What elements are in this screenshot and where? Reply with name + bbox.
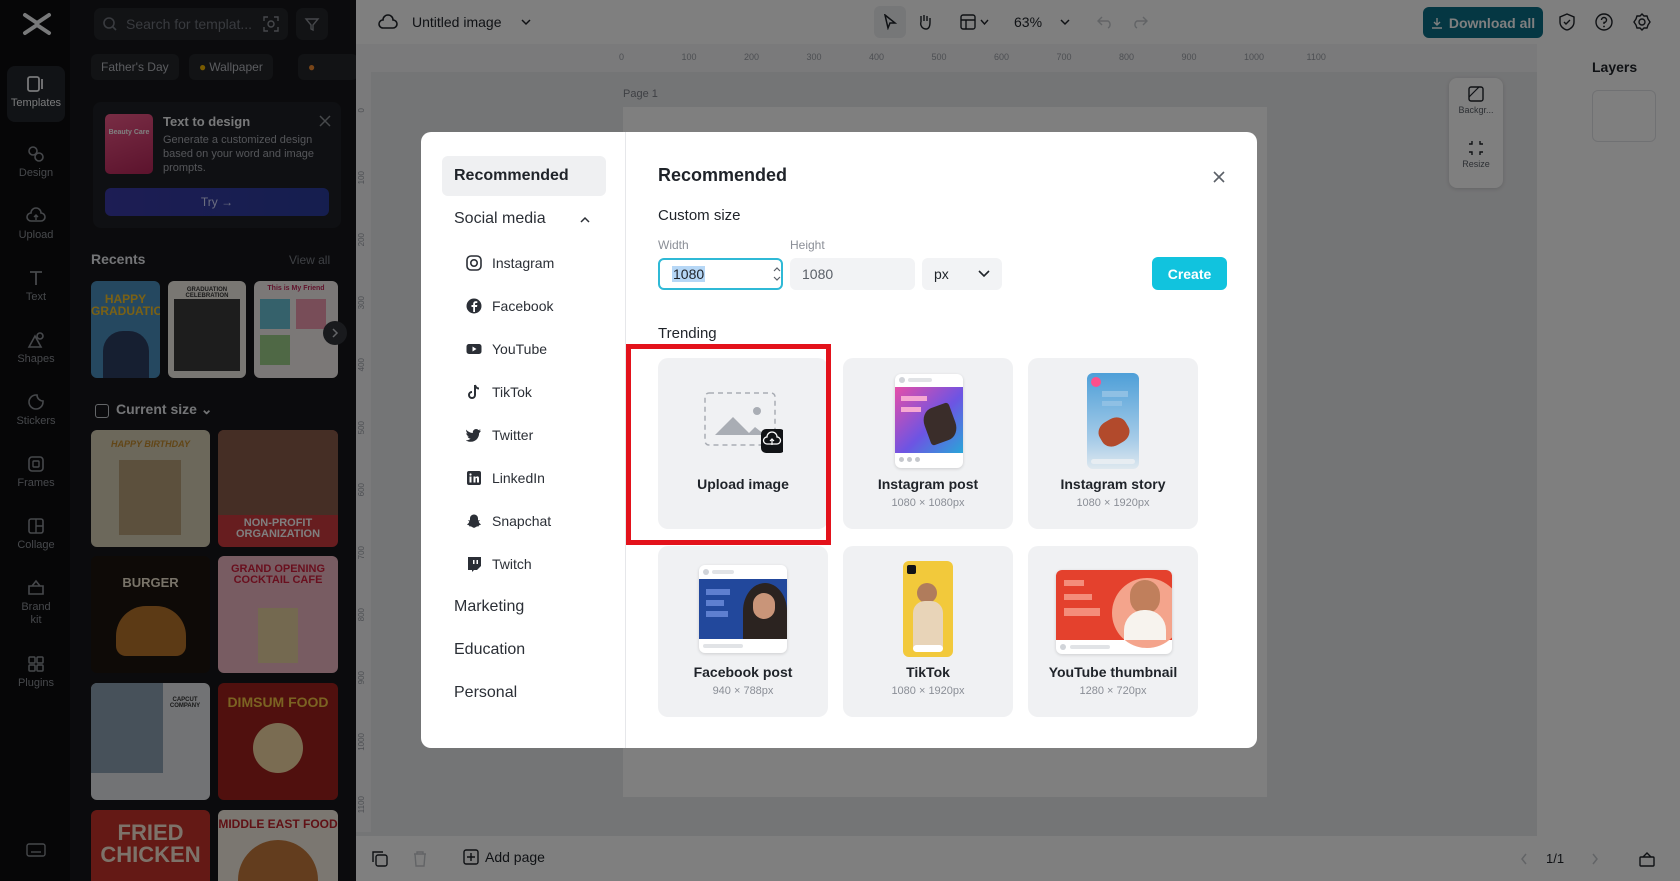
nav-item-personal[interactable]: Personal: [454, 684, 517, 702]
card-size: 1080 × 1920px: [891, 685, 965, 697]
snapchat-icon: [467, 514, 481, 528]
card-facebook-post[interactable]: Facebook post 940 × 788px: [658, 546, 828, 717]
card-size: 940 × 788px: [712, 685, 774, 697]
instagram-post-preview: [895, 374, 963, 468]
card-youtube-thumbnail[interactable]: YouTube thumbnail 1280 × 720px: [1028, 546, 1198, 717]
card-title: Facebook post: [693, 664, 793, 680]
nav-item-recommended[interactable]: Recommended: [442, 156, 606, 196]
height-label: Height: [790, 238, 825, 252]
width-input[interactable]: 1080: [658, 258, 783, 290]
nav-sub-label: Instagram: [492, 255, 555, 271]
nav-item-snapchat[interactable]: Snapchat: [466, 510, 551, 532]
nav-item-facebook[interactable]: Facebook: [466, 295, 553, 317]
custom-size-title: Custom size: [658, 207, 741, 224]
card-instagram-story[interactable]: Instagram story 1080 × 1920px: [1028, 358, 1198, 529]
width-label: Width: [658, 238, 689, 252]
tiktok-preview: [903, 561, 953, 657]
modal-title: Recommended: [658, 165, 788, 185]
nav-item-tiktok[interactable]: TikTok: [466, 381, 532, 403]
height-value: 1080: [802, 266, 834, 282]
nav-item-twitter[interactable]: Twitter: [466, 424, 533, 446]
create-button[interactable]: Create: [1152, 257, 1227, 290]
stepper-icon[interactable]: [773, 265, 781, 283]
close-icon[interactable]: [1211, 169, 1227, 185]
nav-item-social-media[interactable]: Social media: [454, 210, 546, 228]
card-size: 1280 × 720px: [1079, 685, 1147, 697]
nav-sub-label: LinkedIn: [492, 470, 545, 486]
card-title: TikTok: [906, 664, 950, 680]
unit-select[interactable]: px: [922, 258, 1002, 290]
chevron-up-icon[interactable]: [579, 214, 591, 226]
linkedin-icon: [467, 471, 481, 485]
chevron-down-icon: [978, 270, 990, 278]
instagram-story-preview: [1087, 373, 1139, 469]
twitch-icon: [468, 557, 481, 572]
nav-sub-label: TikTok: [492, 384, 532, 400]
youtube-thumbnail-preview: [1056, 570, 1172, 654]
nav-item-instagram[interactable]: Instagram: [466, 252, 554, 274]
nav-sub-label: Facebook: [492, 298, 554, 314]
nav-item-linkedin[interactable]: LinkedIn: [466, 467, 545, 489]
facebook-post-preview: [699, 565, 787, 653]
twitter-icon: [466, 429, 481, 442]
nav-item-youtube[interactable]: YouTube: [466, 338, 547, 360]
modal-nav: Recommended Social media Instagram Faceb…: [421, 132, 626, 748]
nav-sub-label: Twitch: [492, 556, 532, 572]
nav-item-marketing[interactable]: Marketing: [454, 598, 524, 616]
card-title: YouTube thumbnail: [1048, 664, 1178, 680]
nav-sub-label: Snapchat: [492, 513, 552, 529]
create-design-modal: Recommended Social media Instagram Faceb…: [421, 132, 1257, 748]
trending-title: Trending: [658, 325, 717, 342]
youtube-icon: [466, 344, 482, 354]
nav-sub-label: Twitter: [492, 427, 534, 443]
height-input[interactable]: 1080: [790, 258, 915, 290]
tiktok-icon: [468, 384, 480, 399]
facebook-icon: [466, 298, 482, 314]
nav-item-education[interactable]: Education: [454, 641, 525, 659]
card-size: 1080 × 1080px: [891, 497, 965, 509]
card-size: 1080 × 1920px: [1076, 497, 1150, 509]
instagram-icon: [466, 255, 482, 271]
width-value: 1080: [672, 266, 706, 282]
highlight-box: [626, 344, 831, 545]
nav-item-twitch[interactable]: Twitch: [466, 553, 532, 575]
card-title: Instagram story: [1060, 476, 1166, 492]
card-instagram-post[interactable]: Instagram post 1080 × 1080px: [843, 358, 1013, 529]
nav-sub-label: YouTube: [492, 341, 548, 357]
card-title: Instagram post: [877, 476, 979, 492]
unit-value: px: [934, 266, 949, 282]
card-tiktok[interactable]: TikTok 1080 × 1920px: [843, 546, 1013, 717]
